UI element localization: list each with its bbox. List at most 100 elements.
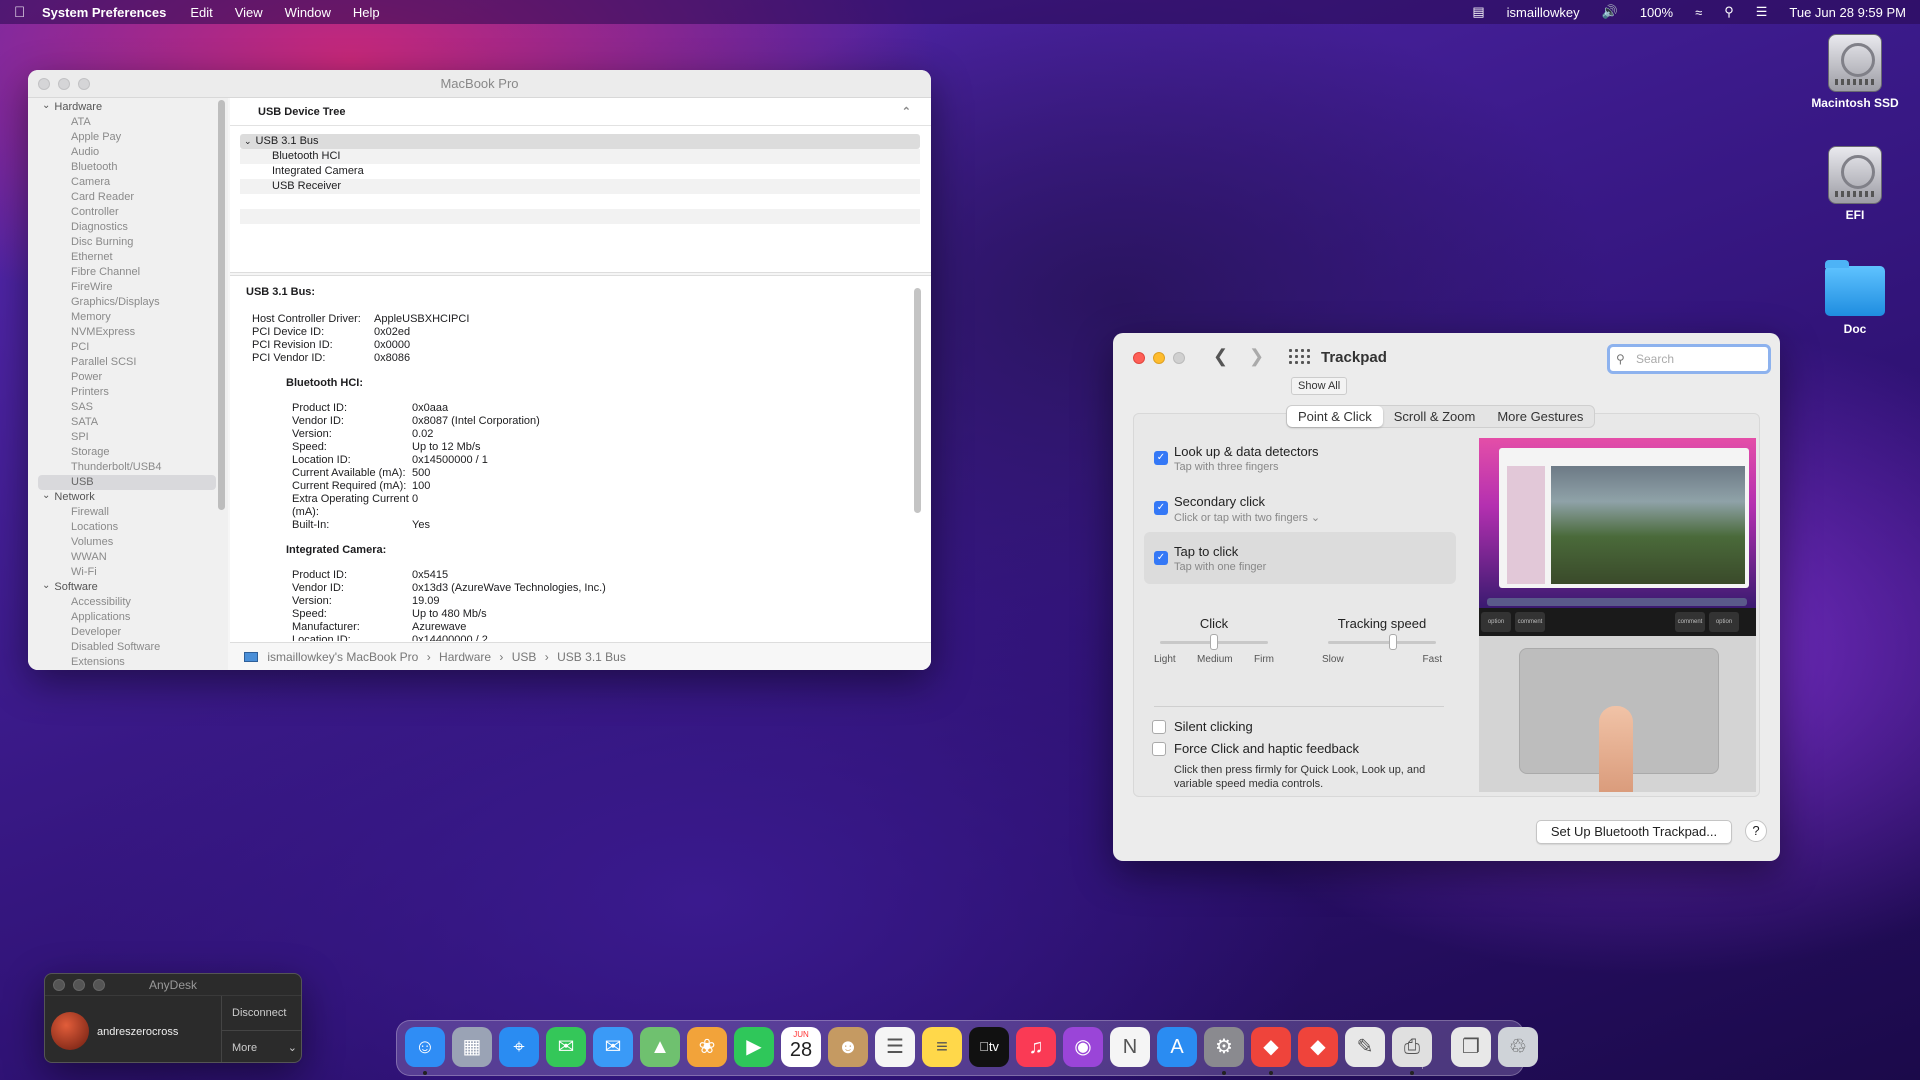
dock-printer-icon[interactable]: ⎙ xyxy=(1392,1027,1432,1067)
minimize-button[interactable] xyxy=(1153,352,1165,364)
sidebar-scrollbar[interactable] xyxy=(218,100,225,510)
sidebar-group-software[interactable]: Software xyxy=(28,580,228,595)
click-slider[interactable]: Click Light Medium Firm xyxy=(1154,616,1274,665)
sidebar-item-storage[interactable]: Storage xyxy=(28,445,228,460)
slider-knob[interactable] xyxy=(1388,634,1397,650)
zoom-button[interactable] xyxy=(1173,352,1185,364)
sidebar-item-card-reader[interactable]: Card Reader xyxy=(28,190,228,205)
sidebar-item-parallel-scsi[interactable]: Parallel SCSI xyxy=(28,355,228,370)
sidebar-group-hardware[interactable]: Hardware xyxy=(28,100,228,115)
secondary-click-dropdown[interactable]: Click or tap with two fingers ⌄ xyxy=(1174,511,1456,524)
window-titlebar[interactable]: MacBook Pro xyxy=(28,70,931,98)
zoom-button[interactable] xyxy=(93,979,105,991)
sidebar-item-diagnostics[interactable]: Diagnostics xyxy=(28,220,228,235)
dock-anydesk-2-icon[interactable]: ◆ xyxy=(1298,1027,1338,1067)
sidebar-item-disabled-software[interactable]: Disabled Software xyxy=(28,640,228,655)
battery-percent[interactable]: 100% xyxy=(1640,5,1673,20)
desktop-icon-macintosh-ssd[interactable]: Macintosh SSD xyxy=(1800,34,1910,110)
dock-contacts-icon[interactable]: ☻ xyxy=(828,1027,868,1067)
tab-more-gestures[interactable]: More Gestures xyxy=(1486,406,1594,427)
control-center-icon[interactable]: ☰ xyxy=(1756,4,1768,20)
forward-icon[interactable]: ❯ xyxy=(1249,346,1264,367)
desktop-icon-doc[interactable]: Doc xyxy=(1800,260,1910,336)
tracking-speed-slider[interactable]: Tracking speed Slow Fast xyxy=(1322,616,1442,665)
tab-scroll-zoom[interactable]: Scroll & Zoom xyxy=(1383,406,1487,427)
sidebar-item-pci[interactable]: PCI xyxy=(28,340,228,355)
sidebar-item-bluetooth[interactable]: Bluetooth xyxy=(28,160,228,175)
more-button[interactable]: More ⌄ xyxy=(222,1030,301,1062)
desktop-icon-efi[interactable]: EFI xyxy=(1800,146,1910,222)
sidebar-item-audio[interactable]: Audio xyxy=(28,145,228,160)
sidebar-item-sata[interactable]: SATA xyxy=(28,415,228,430)
dock-photos-icon[interactable]: ❀ xyxy=(687,1027,727,1067)
sidebar-item-ata[interactable]: ATA xyxy=(28,115,228,130)
minimize-button[interactable] xyxy=(58,78,70,90)
sidebar-item-camera[interactable]: Camera xyxy=(28,175,228,190)
chevron-up-icon[interactable]: ⌃ xyxy=(902,98,911,126)
dock-music-icon[interactable]: ♫ xyxy=(1016,1027,1056,1067)
back-icon[interactable]: ❮ xyxy=(1213,346,1228,367)
sidebar-item-thunderbolt-usb4[interactable]: Thunderbolt/USB4 xyxy=(28,460,228,475)
sidebar-item-locations[interactable]: Locations xyxy=(28,520,228,535)
path-item[interactable]: ismaillowkey's MacBook Pro xyxy=(267,650,418,664)
setup-bluetooth-trackpad-button[interactable]: Set Up Bluetooth Trackpad... xyxy=(1536,820,1732,844)
tree-row-integrated-camera[interactable]: Integrated Camera xyxy=(240,164,920,179)
checkbox-silent-clicking[interactable] xyxy=(1152,720,1166,734)
dock-facetime-icon[interactable]: ▶ xyxy=(734,1027,774,1067)
dock-tv-icon[interactable]: tv xyxy=(969,1027,1009,1067)
apple-icon[interactable]:  xyxy=(14,4,42,21)
menubar-clock[interactable]: Tue Jun 28 9:59 PM xyxy=(1789,5,1906,20)
sidebar-item-developer[interactable]: Developer xyxy=(28,625,228,640)
sidebar-item-nvmexpress[interactable]: NVMExpress xyxy=(28,325,228,340)
menu-window[interactable]: Window xyxy=(285,5,331,20)
dock-finder-icon[interactable]: ☺ xyxy=(405,1027,445,1067)
sidebar-item-sas[interactable]: SAS xyxy=(28,400,228,415)
dock-app-store-icon[interactable]: A xyxy=(1157,1027,1197,1067)
sidebar-item-printers[interactable]: Printers xyxy=(28,385,228,400)
menu-edit[interactable]: Edit xyxy=(190,5,212,20)
close-button[interactable] xyxy=(53,979,65,991)
dock-document-icon[interactable]: ❐ xyxy=(1451,1027,1491,1067)
option-look-up[interactable]: ✓ Look up & data detectors Tap with thre… xyxy=(1144,432,1456,484)
window-toolbar[interactable]: ❮ ❯ Trackpad ⚲ Search xyxy=(1113,333,1780,383)
sidebar-item-fibre-channel[interactable]: Fibre Channel xyxy=(28,265,228,280)
sidebar-item-power[interactable]: Power xyxy=(28,370,228,385)
sidebar-item-graphics-displays[interactable]: Graphics/Displays xyxy=(28,295,228,310)
checkbox-force-click[interactable] xyxy=(1152,742,1166,756)
close-button[interactable] xyxy=(1133,352,1145,364)
menu-help[interactable]: Help xyxy=(353,5,380,20)
window-titlebar[interactable]: AnyDesk xyxy=(45,974,301,996)
dock-maps-icon[interactable]: ▲ xyxy=(640,1027,680,1067)
tree-row-usb-bus[interactable]: ⌄ USB 3.1 Bus xyxy=(240,134,920,149)
sidebar-item-accessibility[interactable]: Accessibility xyxy=(28,595,228,610)
show-all-grid-icon[interactable] xyxy=(1289,349,1310,367)
slider-track[interactable] xyxy=(1160,634,1268,650)
tree-header[interactable]: USB Device Tree ⌃ xyxy=(230,98,931,126)
dock-safari-icon[interactable]: ⌖ xyxy=(499,1027,539,1067)
tree-row-bluetooth-hci[interactable]: Bluetooth HCI xyxy=(240,149,920,164)
dock-calendar-icon[interactable]: JUN 28 xyxy=(781,1027,821,1067)
sidebar-item-applications[interactable]: Applications xyxy=(28,610,228,625)
sidebar-item-firewall[interactable]: Firewall xyxy=(28,505,228,520)
menu-app-name[interactable]: System Preferences xyxy=(42,5,166,20)
checkbox-look-up[interactable]: ✓ xyxy=(1154,451,1168,465)
sidebar-item-memory[interactable]: Memory xyxy=(28,310,228,325)
dock-notes-icon[interactable]: ≡ xyxy=(922,1027,962,1067)
dock-reminders-icon[interactable]: ☰ xyxy=(875,1027,915,1067)
search-field[interactable]: ⚲ Search xyxy=(1607,344,1771,374)
help-button[interactable]: ? xyxy=(1745,820,1767,842)
sidebar-item-apple-pay[interactable]: Apple Pay xyxy=(28,130,228,145)
sidebar-item-wi-fi[interactable]: Wi-Fi xyxy=(28,565,228,580)
sidebar-item-extensions[interactable]: Extensions xyxy=(28,655,228,670)
spotlight-icon[interactable]: ⚲ xyxy=(1724,4,1734,20)
wifi-icon[interactable]: ≈ xyxy=(1695,5,1702,20)
slider-track[interactable] xyxy=(1328,634,1436,650)
tree-row-usb-receiver[interactable]: USB Receiver xyxy=(240,179,920,194)
option-secondary-click[interactable]: ✓ Secondary click Click or tap with two … xyxy=(1144,482,1456,534)
slider-knob[interactable] xyxy=(1210,634,1218,650)
volume-icon[interactable]: 🔊 xyxy=(1602,4,1618,20)
option-tap-to-click[interactable]: ✓ Tap to click Tap with one finger xyxy=(1144,532,1456,584)
dock-messages-icon[interactable]: ✉ xyxy=(546,1027,586,1067)
dock-script-editor-icon[interactable]: ✎ xyxy=(1345,1027,1385,1067)
dock-system-preferences-icon[interactable]: ⚙ xyxy=(1204,1027,1244,1067)
